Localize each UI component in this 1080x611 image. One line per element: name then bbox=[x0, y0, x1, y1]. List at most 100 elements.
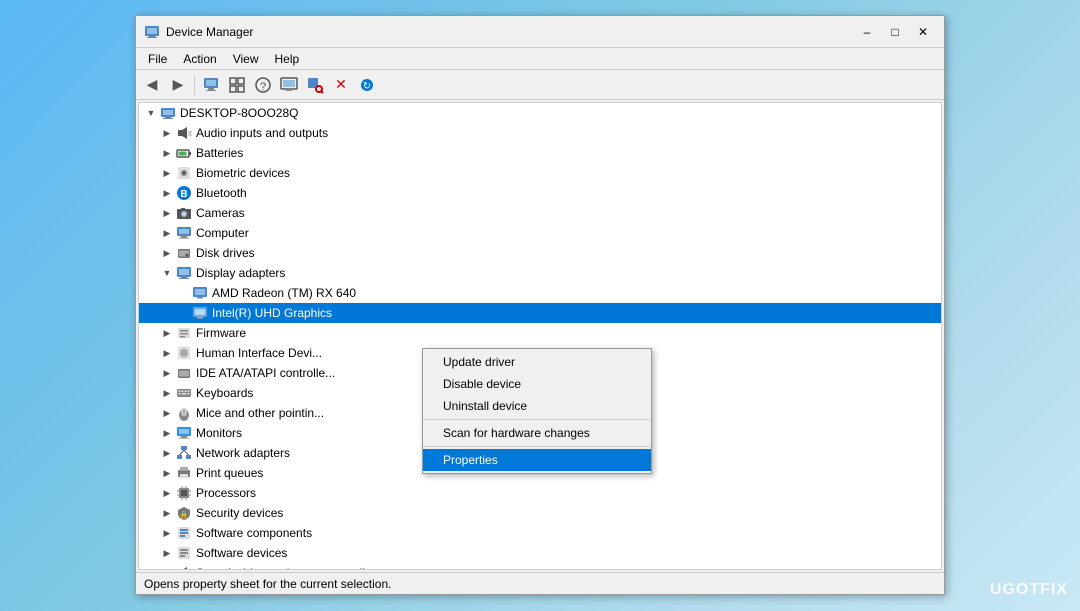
biometric-label: Biometric devices bbox=[196, 166, 290, 180]
status-bar: Opens property sheet for the current sel… bbox=[136, 572, 944, 594]
svg-text:B: B bbox=[180, 189, 187, 200]
tree-panel[interactable]: ▼ DESKTOP-8OOO28Q ▶ bbox=[138, 102, 942, 570]
mice-toggle[interactable]: ▶ bbox=[159, 408, 175, 419]
toolbar-question[interactable]: ? bbox=[251, 73, 275, 97]
watermark: UGOTFIX bbox=[990, 581, 1068, 599]
toolbar-computer[interactable] bbox=[199, 73, 223, 97]
swdevices-toggle[interactable]: ▶ bbox=[159, 548, 175, 559]
toolbar-forward[interactable]: ▶ bbox=[166, 73, 190, 97]
sound-toggle[interactable]: ▶ bbox=[159, 568, 175, 571]
menu-action[interactable]: Action bbox=[175, 50, 224, 68]
toolbar-grid[interactable] bbox=[225, 73, 249, 97]
hid-toggle[interactable]: ▶ bbox=[159, 348, 175, 359]
tree-cameras[interactable]: ▶ Cameras bbox=[139, 203, 941, 223]
swcomponents-label: Software components bbox=[196, 526, 312, 540]
firmware-toggle[interactable]: ▶ bbox=[159, 328, 175, 339]
security-label: Security devices bbox=[196, 506, 283, 520]
toolbar-screen[interactable] bbox=[277, 73, 301, 97]
toolbar-back[interactable]: ◀ bbox=[140, 73, 164, 97]
svg-text:?: ? bbox=[260, 81, 266, 93]
svg-text:↻: ↻ bbox=[363, 81, 371, 92]
menu-view[interactable]: View bbox=[225, 50, 267, 68]
audio-label: Audio inputs and outputs bbox=[196, 126, 328, 140]
tree-computer[interactable]: ▶ Computer bbox=[139, 223, 941, 243]
network-toggle[interactable]: ▶ bbox=[159, 448, 175, 459]
ctx-update-driver[interactable]: Update driver bbox=[423, 351, 651, 373]
ctx-uninstall-device[interactable]: Uninstall device bbox=[423, 395, 651, 417]
ctx-scan-hardware[interactable]: Scan for hardware changes bbox=[423, 422, 651, 444]
print-label: Print queues bbox=[196, 466, 263, 480]
hid-icon bbox=[175, 344, 193, 362]
biometric-icon bbox=[175, 164, 193, 182]
tree-swdevices[interactable]: ▶ Software devices bbox=[139, 543, 941, 563]
displayadapters-icon bbox=[175, 264, 193, 282]
content-area: ▼ DESKTOP-8OOO28Q ▶ bbox=[136, 100, 944, 572]
ctx-properties[interactable]: Properties bbox=[423, 449, 651, 471]
menu-help[interactable]: Help bbox=[267, 50, 308, 68]
tree-security[interactable]: ▶ 🔒 Security devices bbox=[139, 503, 941, 523]
ide-icon bbox=[175, 364, 193, 382]
print-icon bbox=[175, 464, 193, 482]
ctx-disable-device[interactable]: Disable device bbox=[423, 373, 651, 395]
sound-label: Sound, video and game controllers bbox=[196, 566, 381, 570]
context-menu: Update driver Disable device Uninstall d… bbox=[422, 348, 652, 474]
root-icon bbox=[159, 104, 177, 122]
monitors-icon bbox=[175, 424, 193, 442]
swcomponents-toggle[interactable]: ▶ bbox=[159, 528, 175, 539]
diskdrives-toggle[interactable]: ▶ bbox=[159, 248, 175, 259]
sound-icon bbox=[175, 564, 193, 570]
cameras-toggle[interactable]: ▶ bbox=[159, 208, 175, 219]
batteries-toggle[interactable]: ▶ bbox=[159, 148, 175, 159]
keyboards-toggle[interactable]: ▶ bbox=[159, 388, 175, 399]
tree-bluetooth[interactable]: ▶ B Bluetooth bbox=[139, 183, 941, 203]
tree-processors[interactable]: ▶ Processors bbox=[139, 483, 941, 503]
toolbar-refresh[interactable]: ↻ bbox=[355, 73, 379, 97]
tree-diskdrives[interactable]: ▶ Disk drives bbox=[139, 243, 941, 263]
tree-intel[interactable]: ▶ Intel(R) UHD Graphics bbox=[139, 303, 941, 323]
tree-swcomponents[interactable]: ▶ Software components bbox=[139, 523, 941, 543]
keyboards-icon bbox=[175, 384, 193, 402]
bluetooth-label: Bluetooth bbox=[196, 186, 247, 200]
tree-biometric[interactable]: ▶ Biometric devices bbox=[139, 163, 941, 183]
monitors-toggle[interactable]: ▶ bbox=[159, 428, 175, 439]
network-icon bbox=[175, 444, 193, 462]
toolbar-scan-icon[interactable] bbox=[303, 73, 327, 97]
amd-icon bbox=[191, 284, 209, 302]
computer-label: Computer bbox=[196, 226, 249, 240]
audio-toggle[interactable]: ▶ bbox=[159, 128, 175, 139]
firmware-label: Firmware bbox=[196, 326, 246, 340]
keyboards-label: Keyboards bbox=[196, 386, 253, 400]
processors-toggle[interactable]: ▶ bbox=[159, 488, 175, 499]
tree-amd[interactable]: ▶ AMD Radeon (TM) RX 640 bbox=[139, 283, 941, 303]
maximize-button[interactable]: □ bbox=[882, 22, 908, 42]
ide-label: IDE ATA/ATAPI controlle... bbox=[196, 366, 335, 380]
displayadapters-toggle[interactable]: ▼ bbox=[159, 268, 175, 278]
window-controls: – □ ✕ bbox=[854, 22, 936, 42]
minimize-button[interactable]: – bbox=[854, 22, 880, 42]
security-toggle[interactable]: ▶ bbox=[159, 508, 175, 519]
cameras-label: Cameras bbox=[196, 206, 245, 220]
mice-label: Mice and other pointin... bbox=[196, 406, 324, 420]
batteries-icon bbox=[175, 144, 193, 162]
processors-icon bbox=[175, 484, 193, 502]
diskdrives-label: Disk drives bbox=[196, 246, 255, 260]
ide-toggle[interactable]: ▶ bbox=[159, 368, 175, 379]
biometric-toggle[interactable]: ▶ bbox=[159, 168, 175, 179]
tree-firmware[interactable]: ▶ Firmware bbox=[139, 323, 941, 343]
bluetooth-toggle[interactable]: ▶ bbox=[159, 188, 175, 199]
toolbar-sep-1 bbox=[194, 75, 195, 95]
toolbar-delete[interactable]: ✕ bbox=[329, 73, 353, 97]
tree-displayadapters[interactable]: ▼ Display adapters bbox=[139, 263, 941, 283]
tree-batteries[interactable]: ▶ Batteries bbox=[139, 143, 941, 163]
computer-toggle[interactable]: ▶ bbox=[159, 228, 175, 239]
tree-audio[interactable]: ▶ )))) Audio inputs and outputs bbox=[139, 123, 941, 143]
tree-root[interactable]: ▼ DESKTOP-8OOO28Q bbox=[139, 103, 941, 123]
root-toggle[interactable]: ▼ bbox=[143, 108, 159, 118]
network-label: Network adapters bbox=[196, 446, 290, 460]
close-button[interactable]: ✕ bbox=[910, 22, 936, 42]
tree-sound[interactable]: ▶ Sound, video and game controllers bbox=[139, 563, 941, 570]
print-toggle[interactable]: ▶ bbox=[159, 468, 175, 479]
menu-file[interactable]: File bbox=[140, 50, 175, 68]
intel-label: Intel(R) UHD Graphics bbox=[212, 306, 332, 320]
audio-icon: )))) bbox=[175, 124, 193, 142]
